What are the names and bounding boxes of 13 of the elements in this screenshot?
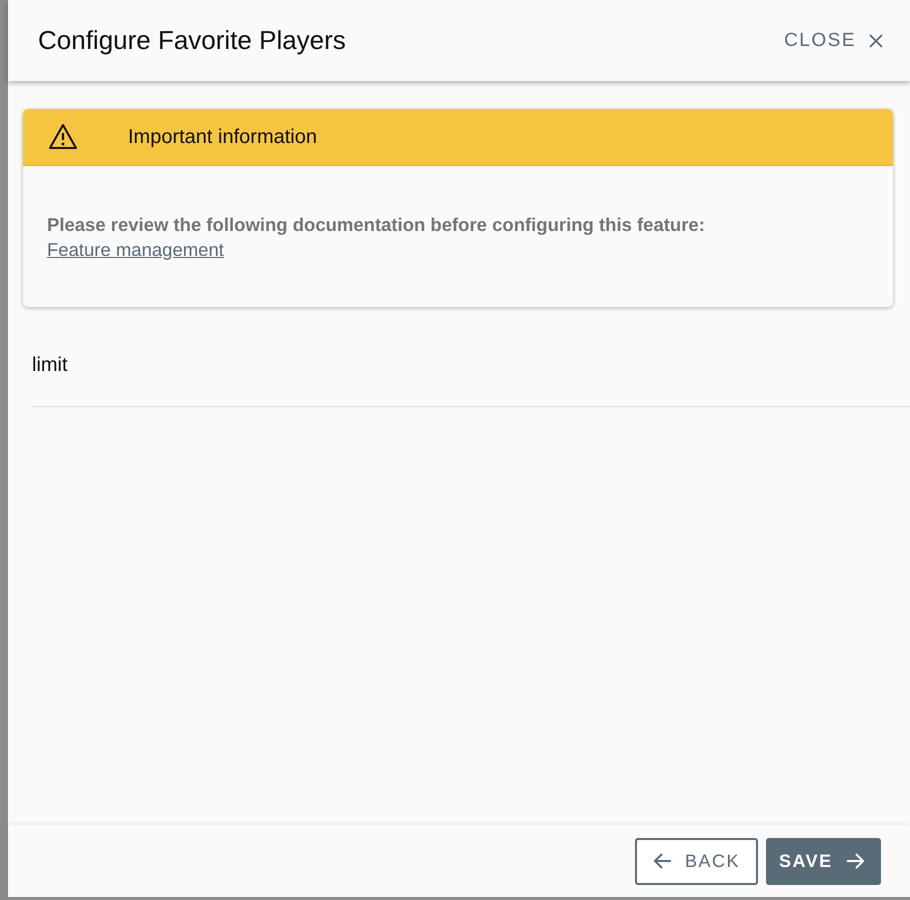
field-label: limit (32, 353, 68, 377)
close-button[interactable]: CLOSE (784, 26, 884, 56)
close-icon (868, 32, 884, 48)
limit-field[interactable]: limit (32, 343, 910, 407)
warning-icon (48, 123, 78, 151)
save-button[interactable]: SAVE (766, 838, 881, 884)
back-button[interactable]: BACK (635, 838, 758, 884)
alert-title: Important information (128, 126, 317, 148)
arrow-right-icon (844, 852, 865, 870)
dialog-title: Configure Favorite Players (38, 25, 346, 56)
alert-message: Please review the following documentation before configuring this feature: (47, 214, 706, 236)
documentation-link[interactable]: Feature management (47, 239, 224, 261)
arrow-left-icon (653, 852, 673, 870)
